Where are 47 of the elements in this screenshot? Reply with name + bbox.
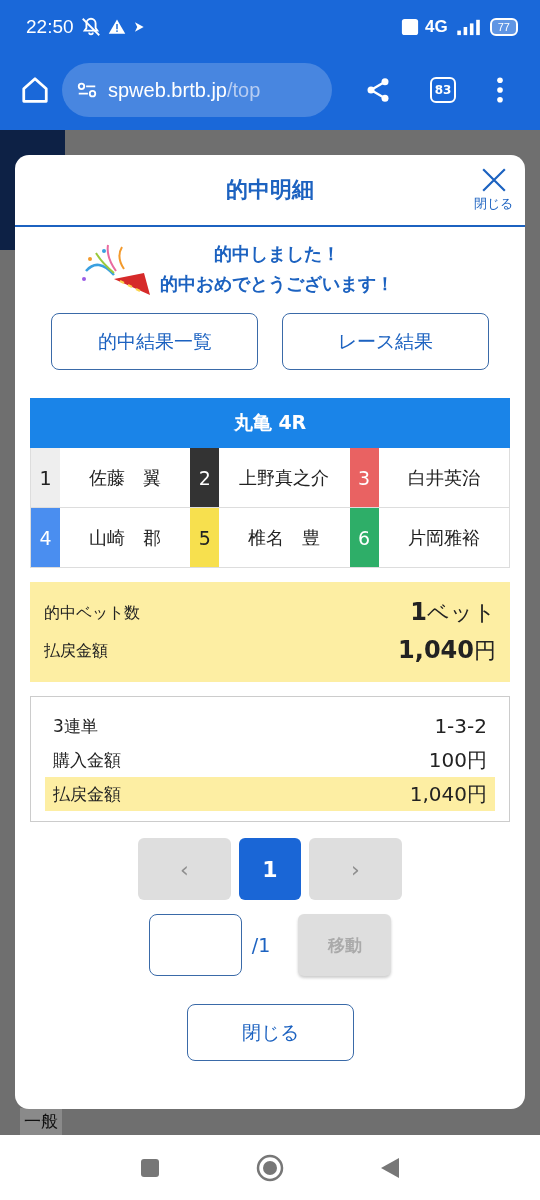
summary-value: 1ベット xyxy=(410,598,496,628)
battery-icon: 77 xyxy=(489,18,518,36)
close-button[interactable]: 閉じる xyxy=(186,1004,354,1061)
page-number-field[interactable] xyxy=(148,914,242,976)
link-button[interactable]: 的中結果一覧 xyxy=(51,313,258,370)
detail-value: 100円 xyxy=(428,746,487,774)
recents-icon xyxy=(140,1157,160,1178)
lane-number: 4 xyxy=(31,508,60,567)
detail-value: 1-3-2 xyxy=(434,714,487,738)
lane-number: 3 xyxy=(349,448,379,508)
racer-name: 上野真之介 xyxy=(219,448,350,508)
lane-number: 6 xyxy=(349,508,379,567)
summary-label: 払戻金額 xyxy=(44,640,108,662)
warning-icon xyxy=(107,18,126,36)
page-button[interactable]: 1 xyxy=(239,838,301,900)
lane-number: 1 xyxy=(31,448,60,508)
congrats-text: 的中おめでとうございます！ xyxy=(160,272,394,296)
address-bar[interactable]: spweb.brtb.jp/top xyxy=(62,63,332,117)
summary-label: 的中ベット数 xyxy=(44,602,140,624)
close-icon xyxy=(480,167,507,193)
back-icon xyxy=(380,1156,400,1179)
page-total: /1 xyxy=(251,934,271,956)
home-circle-icon xyxy=(256,1153,284,1182)
link-button[interactable]: レース結果 xyxy=(282,313,489,370)
detail-label: 購入金額 xyxy=(53,748,121,772)
category-label: 一般 xyxy=(20,1108,62,1135)
detail-label: 3連単 xyxy=(53,714,98,738)
detail-value: 1,040円 xyxy=(409,780,487,808)
race-header: 丸亀 4R xyxy=(30,398,510,448)
network-type: 4G xyxy=(425,17,448,37)
racer-name: 山崎 郡 xyxy=(88,525,163,550)
close-button[interactable]: 閉じる xyxy=(474,167,513,213)
lane-number: 2 xyxy=(190,448,220,508)
racer-name: 片岡雅裕 xyxy=(406,525,481,550)
dialog-title: 的中明細 xyxy=(226,176,314,204)
tab-count-button[interactable]: 83 xyxy=(430,77,456,103)
bell-off-icon xyxy=(79,16,102,38)
racer-name: 椎名 豊 xyxy=(247,525,322,550)
home-icon xyxy=(20,75,50,105)
congrats-text: 的中しました！ xyxy=(214,242,340,266)
summary-value: 1,040円 xyxy=(398,636,496,666)
clock-time: 22:50 xyxy=(26,16,74,38)
more-icon xyxy=(496,77,504,103)
detail-label: 払戻金額 xyxy=(53,782,121,806)
racer-name: 白井英治 xyxy=(378,448,509,508)
lane-number: 5 xyxy=(190,508,220,567)
url-text: spweb.brtb.jp/top xyxy=(108,78,261,102)
